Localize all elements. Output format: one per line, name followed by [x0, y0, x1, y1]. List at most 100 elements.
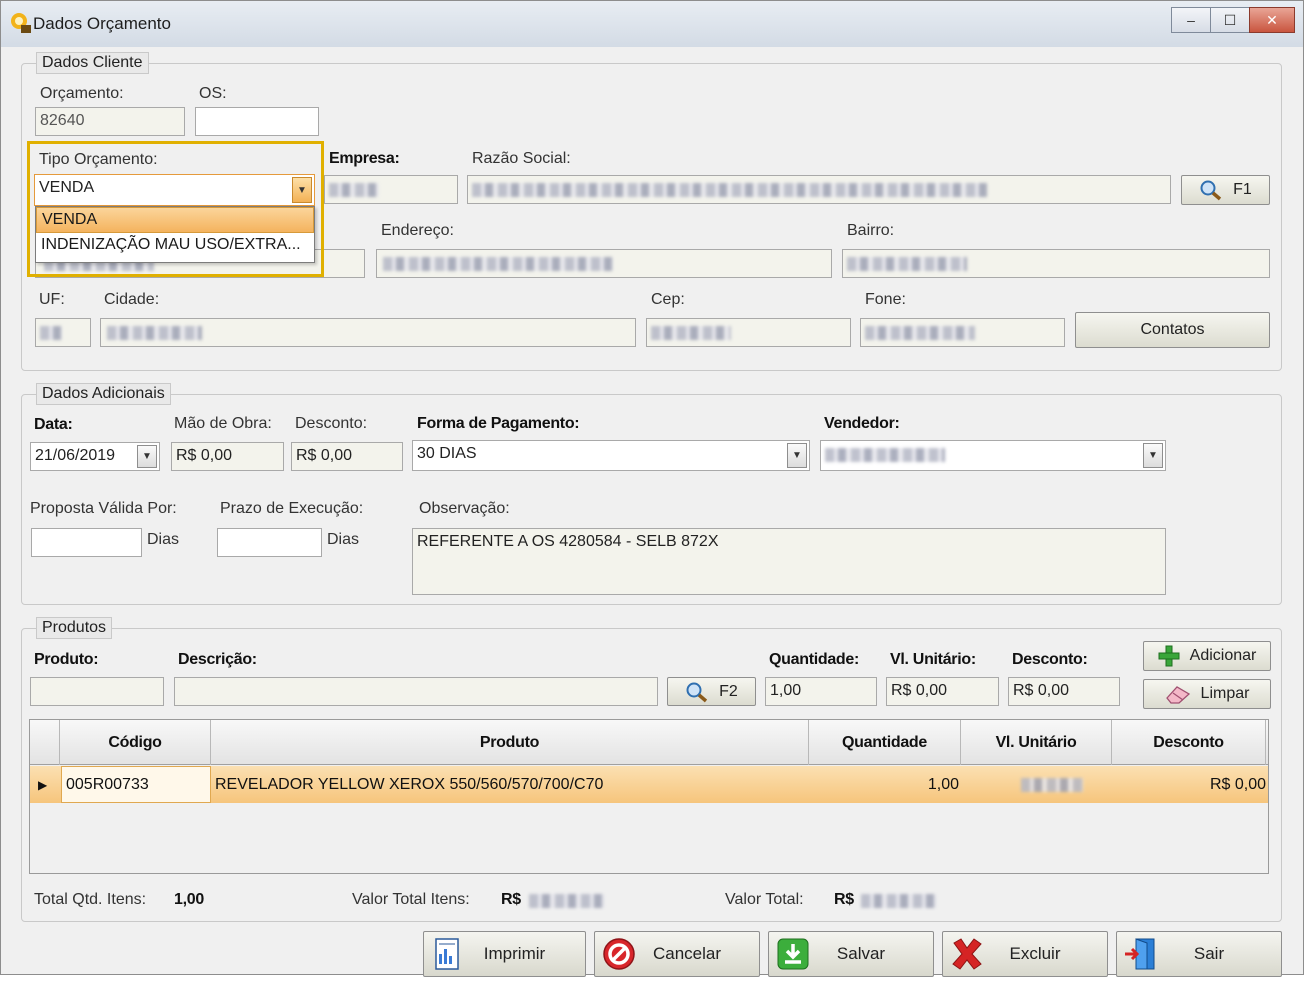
cep-field[interactable]: [646, 318, 851, 347]
valor-total-itens-label: Valor Total Itens:: [352, 891, 470, 908]
observacao-label: Observação:: [419, 500, 510, 517]
limpar-button[interactable]: Limpar: [1143, 679, 1271, 709]
imprimir-button[interactable]: Imprimir: [423, 931, 586, 977]
chevron-down-icon[interactable]: ▼: [1143, 443, 1163, 468]
valor-total-value: R$: [834, 891, 854, 908]
sair-button[interactable]: Sair: [1116, 931, 1282, 977]
fone-field[interactable]: [860, 318, 1065, 347]
prazo-unit: Dias: [327, 531, 360, 548]
razao-social-label: Razão Social:: [472, 150, 571, 167]
uf-field[interactable]: [35, 318, 91, 347]
descricao-label: Descrição:: [178, 651, 257, 668]
proposta-field[interactable]: [31, 528, 142, 557]
cell-desconto[interactable]: R$ 0,00: [1112, 766, 1266, 803]
bairro-label: Bairro:: [847, 222, 895, 239]
vl-unitario-label: Vl. Unitário:: [890, 651, 976, 668]
endereco-field[interactable]: [376, 249, 832, 278]
orcamento-field[interactable]: 82640: [35, 107, 185, 136]
empresa-field[interactable]: [324, 175, 458, 204]
eraser-icon: [1165, 686, 1190, 704]
column-header-quantidade[interactable]: Quantidade: [809, 720, 961, 765]
mao-obra-label: Mão de Obra:: [174, 415, 272, 432]
total-qtd-value: 1,00: [174, 891, 204, 908]
forma-pagamento-value: 30 DIAS: [417, 445, 477, 462]
data-picker[interactable]: 21/06/2019 ▼: [30, 442, 160, 471]
adicionar-button[interactable]: Adicionar: [1143, 641, 1271, 671]
dropdown-option-indenizacao[interactable]: INDENIZAÇÃO MAU USO/EXTRA...: [36, 233, 314, 259]
vendedor-label: Vendedor:: [824, 415, 900, 432]
minimize-button[interactable]: –: [1171, 7, 1211, 33]
calendar-dropdown-icon[interactable]: ▼: [137, 445, 157, 468]
observacao-field[interactable]: REFERENTE A OS 4280584 - SELB 872X: [412, 528, 1166, 595]
cell-vl-unitario[interactable]: [961, 766, 1112, 803]
column-header-desconto[interactable]: Desconto: [1112, 720, 1266, 765]
cidade-label: Cidade:: [104, 291, 160, 308]
column-header-codigo[interactable]: Código: [60, 720, 211, 765]
proposta-unit: Dias: [147, 531, 180, 548]
search-icon: [686, 682, 708, 702]
dados-cliente-title: Dados Cliente: [36, 52, 149, 74]
close-button[interactable]: ✕: [1249, 7, 1295, 33]
orcamento-label: Orçamento:: [40, 85, 124, 102]
column-header-vl-unitario[interactable]: Vl. Unitário: [961, 720, 1112, 765]
chevron-down-icon[interactable]: ▼: [787, 443, 807, 468]
row-header-column: [30, 720, 60, 765]
total-qtd-label: Total Qtd. Itens:: [34, 891, 147, 908]
produtos-title: Produtos: [36, 617, 113, 639]
desconto-field[interactable]: R$ 0,00: [291, 442, 403, 471]
cep-label: Cep:: [651, 291, 685, 308]
salvar-button[interactable]: Salvar: [768, 931, 934, 977]
uf-label: UF:: [39, 291, 65, 308]
produto-label: Produto:: [34, 651, 99, 668]
fone-label: Fone:: [865, 291, 906, 308]
desconto-produto-field[interactable]: R$ 0,00: [1008, 677, 1120, 706]
forma-pagamento-select[interactable]: 30 DIAS ▼: [412, 440, 810, 471]
descricao-field[interactable]: [174, 677, 658, 706]
desconto-label: Desconto:: [295, 415, 368, 432]
prazo-field[interactable]: [217, 528, 322, 557]
window: Dados Orçamento – ☐ ✕ Dados Cliente Orça…: [0, 0, 1304, 977]
valor-total-itens-value: R$: [501, 891, 521, 908]
razao-social-field[interactable]: [467, 175, 1171, 204]
tipo-orcamento-dropdown-list[interactable]: VENDA INDENIZAÇÃO MAU USO/EXTRA...: [35, 206, 315, 263]
endereco-label: Endereço:: [381, 222, 454, 239]
data-label: Data:: [34, 416, 73, 433]
forma-pagamento-label: Forma de Pagamento:: [417, 415, 580, 432]
contatos-button[interactable]: Contatos: [1075, 312, 1270, 348]
data-value: 21/06/2019: [35, 447, 116, 464]
table-row[interactable]: ▶ 005R00733 REVELADOR YELLOW XEROX 550/5…: [30, 766, 1268, 803]
quantidade-field[interactable]: 1,00: [765, 677, 877, 706]
vendedor-select[interactable]: ▼: [820, 440, 1166, 471]
vl-unitario-field[interactable]: R$ 0,00: [886, 677, 999, 706]
bairro-field[interactable]: [842, 249, 1270, 278]
proposta-label: Proposta Válida Por:: [30, 500, 177, 517]
mao-obra-field[interactable]: R$ 0,00: [171, 442, 284, 471]
empresa-label: Empresa:: [329, 150, 400, 167]
plus-icon: [1158, 645, 1180, 667]
produtos-table[interactable]: Código Produto Quantidade Vl. Unitário D…: [29, 719, 1269, 874]
search-f1-button[interactable]: F1: [1181, 175, 1270, 205]
maximize-button[interactable]: ☐: [1210, 7, 1250, 33]
desconto-produto-label: Desconto:: [1012, 651, 1088, 668]
cell-produto[interactable]: REVELADOR YELLOW XEROX 550/560/570/700/C…: [213, 766, 809, 803]
search-icon: [1200, 180, 1222, 201]
dados-adicionais-title: Dados Adicionais: [36, 383, 171, 405]
cancelar-button[interactable]: Cancelar: [594, 931, 760, 977]
valor-total-label: Valor Total:: [725, 891, 804, 908]
column-header-produto[interactable]: Produto: [211, 720, 809, 765]
app-logo-icon: [11, 13, 31, 33]
row-selector-arrow-icon: ▶: [38, 777, 48, 792]
prazo-label: Prazo de Execução:: [220, 500, 364, 517]
excluir-button[interactable]: Excluir: [942, 931, 1108, 977]
os-field[interactable]: [195, 107, 319, 136]
cell-codigo[interactable]: 005R00733: [61, 766, 211, 803]
cidade-field[interactable]: [100, 318, 636, 347]
dropdown-option-venda[interactable]: VENDA: [36, 207, 314, 233]
table-header: Código Produto Quantidade Vl. Unitário D…: [30, 720, 1268, 765]
cell-quantidade[interactable]: 1,00: [809, 766, 959, 803]
title-bar: Dados Orçamento – ☐ ✕: [1, 1, 1303, 47]
produto-field[interactable]: [30, 677, 164, 706]
window-title: Dados Orçamento: [33, 14, 171, 33]
search-f2-button[interactable]: F2: [667, 677, 756, 706]
os-label: OS:: [199, 85, 227, 102]
